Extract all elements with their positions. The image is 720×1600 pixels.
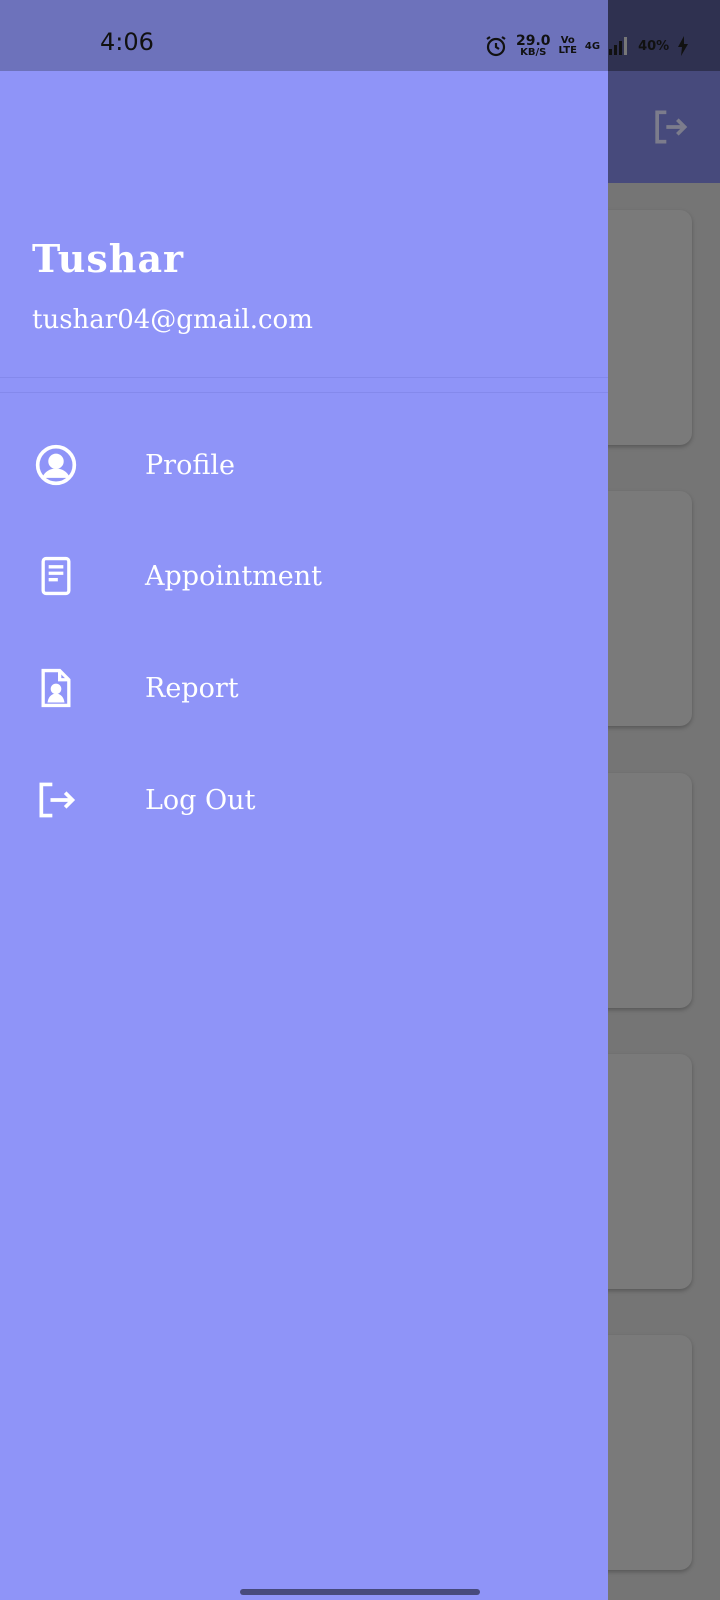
drawer-item-label: Report <box>145 672 239 704</box>
status-time: 4:06 <box>100 28 154 56</box>
drawer-header: Tushar tushar04@gmail.com <box>0 71 608 378</box>
network-speed: 29.0 KB/S <box>516 33 551 58</box>
status-icons: 29.0 KB/S Vo LTE 4G 40% <box>484 31 689 61</box>
drawer-item-label: Log Out <box>145 784 256 816</box>
signal-icon <box>609 37 628 55</box>
divider <box>0 392 608 393</box>
drawer-item-appointment[interactable]: Appointment <box>0 526 608 626</box>
user-name: Tushar <box>32 236 185 281</box>
drawer-scrim[interactable] <box>608 71 720 1600</box>
account-circle-icon <box>32 441 80 489</box>
document-icon <box>32 552 80 600</box>
drawer-item-logout[interactable]: Log Out <box>0 750 608 850</box>
logout-icon <box>32 776 80 824</box>
user-email: tushar04@gmail.com <box>32 305 313 335</box>
volte-indicator: Vo LTE <box>558 35 577 56</box>
gesture-nav-handle[interactable] <box>240 1589 480 1595</box>
battery-charging-icon <box>678 36 689 56</box>
drawer-item-profile[interactable]: Profile <box>0 415 608 515</box>
drawer-item-report[interactable]: Report <box>0 638 608 738</box>
drawer-item-label: Profile <box>145 449 235 481</box>
drawer-item-label: Appointment <box>145 560 323 592</box>
report-file-icon <box>32 664 80 712</box>
network-type: 4G <box>584 40 601 52</box>
battery-percent: 40% <box>638 38 670 54</box>
navigation-drawer: Tushar tushar04@gmail.com Profile Appoin… <box>0 71 608 1600</box>
status-bar: 4:06 29.0 KB/S Vo LTE 4G 40% <box>0 0 720 71</box>
alarm-icon <box>486 36 506 57</box>
